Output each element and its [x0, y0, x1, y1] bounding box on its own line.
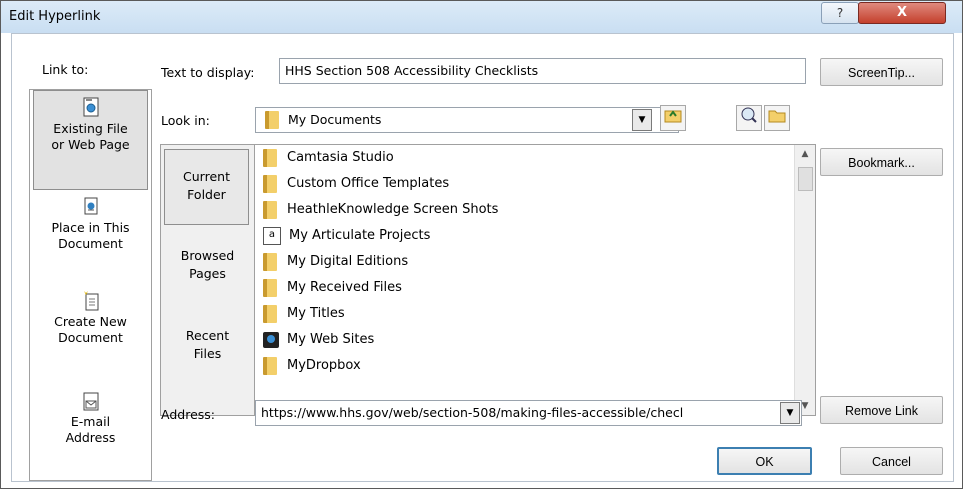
current-folder-line1: Current	[183, 169, 230, 184]
file-name: My Web Sites	[287, 332, 375, 347]
close-button[interactable]: X	[858, 2, 946, 24]
browsed-pages-line2: Pages	[189, 266, 226, 281]
dialog-title: Edit Hyperlink	[9, 9, 101, 24]
link-to-heading: Link to:	[42, 62, 89, 77]
text-to-display-input[interactable]: HHS Section 508 Accessibility Checklists	[279, 58, 806, 84]
list-item[interactable]: My Titles	[263, 301, 345, 327]
scroll-thumb[interactable]	[798, 167, 813, 191]
browsed-pages-line1: Browsed	[180, 248, 235, 263]
existing-file-line2: or Web Page	[51, 137, 130, 152]
scroll-up-icon[interactable]: ▲	[795, 145, 815, 163]
web-page-icon	[83, 97, 98, 117]
cancel-button[interactable]: Cancel	[840, 447, 943, 475]
folder-icon	[263, 200, 277, 219]
create-new-document-line2: Document	[58, 330, 123, 345]
screentip-button[interactable]: ScreenTip...	[820, 58, 943, 86]
edit-hyperlink-dialog: Edit Hyperlink ? X Link to: Existing Fil…	[0, 0, 963, 489]
address-label: Address:	[161, 407, 215, 422]
email-address-line1: E-mail	[70, 414, 111, 429]
folder-icon	[263, 278, 277, 297]
place-in-document-line1: Place in This	[51, 220, 130, 235]
look-in-select[interactable]: My Documents	[255, 107, 679, 133]
web-sites-icon	[263, 331, 279, 348]
folder-icon	[263, 356, 277, 375]
address-dropdown-arrow[interactable]: ▼	[780, 402, 800, 424]
file-name: HeathleKnowledge Screen Shots	[287, 202, 499, 217]
browse-file-icon[interactable]	[764, 105, 790, 131]
file-name: MyDropbox	[287, 358, 361, 373]
list-item[interactable]: Custom Office Templates	[263, 171, 449, 197]
browse-web-icon[interactable]	[736, 105, 762, 131]
place-in-document-line2: Document	[58, 236, 123, 251]
look-in-dropdown-arrow[interactable]: ▼	[632, 109, 652, 131]
email-address-line2: Address	[65, 430, 116, 445]
file-name: My Titles	[287, 306, 345, 321]
tab-recent-files[interactable]: Recent Files	[161, 327, 254, 377]
ok-button[interactable]: OK	[717, 447, 812, 475]
list-item[interactable]: Camtasia Studio	[263, 145, 394, 171]
recent-files-line2: Files	[193, 346, 222, 361]
list-item[interactable]: HeathleKnowledge Screen Shots	[263, 197, 498, 223]
up-one-folder-icon[interactable]	[660, 105, 686, 131]
file-name: My Digital Editions	[287, 254, 409, 269]
file-list[interactable]: Camtasia Studio Custom Office Templates …	[254, 144, 816, 416]
list-item[interactable]: My Received Files	[263, 275, 402, 301]
file-name: Camtasia Studio	[287, 150, 394, 165]
create-new-document-line1: Create New	[54, 314, 127, 329]
project-folder-icon: a	[263, 226, 281, 245]
remove-link-button[interactable]: Remove Link	[820, 396, 943, 424]
link-to-place-in-document[interactable]: Place in This Document	[30, 196, 151, 266]
email-address-icon	[83, 392, 98, 411]
link-to-existing-file[interactable]: Existing File or Web Page	[33, 90, 148, 190]
place-in-document-icon	[84, 197, 97, 215]
link-to-create-new-document[interactable]: Create New Document	[30, 290, 151, 360]
folder-icon	[263, 174, 277, 193]
file-list-scrollbar[interactable]: ▲ ▼	[794, 145, 815, 415]
recent-files-line1: Recent	[185, 328, 230, 343]
look-in-label: Look in:	[161, 113, 210, 128]
list-item[interactable]: a My Articulate Projects	[263, 223, 430, 249]
help-icon: ?	[836, 6, 844, 20]
link-to-panel: Existing File or Web Page Place in This …	[29, 89, 152, 481]
file-name: My Received Files	[287, 280, 402, 295]
title-bar: Edit Hyperlink ? X	[1, 1, 962, 33]
address-input[interactable]: https://www.hhs.gov/web/section-508/maki…	[255, 400, 802, 426]
my-documents-icon	[265, 111, 279, 129]
close-icon: X	[896, 5, 908, 20]
file-name: Custom Office Templates	[287, 176, 450, 191]
link-to-email-address[interactable]: E-mail Address	[30, 390, 151, 460]
folder-icon	[263, 304, 277, 323]
list-item[interactable]: MyDropbox	[263, 353, 361, 379]
tab-browsed-pages[interactable]: Browsed Pages	[161, 247, 254, 297]
file-name: My Articulate Projects	[289, 228, 431, 243]
list-item[interactable]: My Web Sites	[263, 327, 374, 353]
text-to-display-label: Text to display:	[161, 65, 255, 80]
folder-icon	[263, 252, 277, 271]
existing-file-line1: Existing File	[53, 121, 128, 136]
dialog-body: Link to: Existing File or Web Page Place…	[11, 33, 954, 482]
bookmark-button[interactable]: Bookmark...	[820, 148, 943, 176]
look-in-value: My Documents	[288, 112, 382, 127]
create-document-icon	[83, 291, 98, 311]
current-folder-line2: Folder	[187, 187, 226, 202]
folder-tabs: Current Folder Browsed Pages Recent File…	[160, 144, 255, 416]
tab-current-folder[interactable]: Current Folder	[164, 149, 249, 225]
list-item[interactable]: My Digital Editions	[263, 249, 408, 275]
folder-icon	[263, 148, 277, 167]
help-button[interactable]: ?	[821, 2, 859, 24]
